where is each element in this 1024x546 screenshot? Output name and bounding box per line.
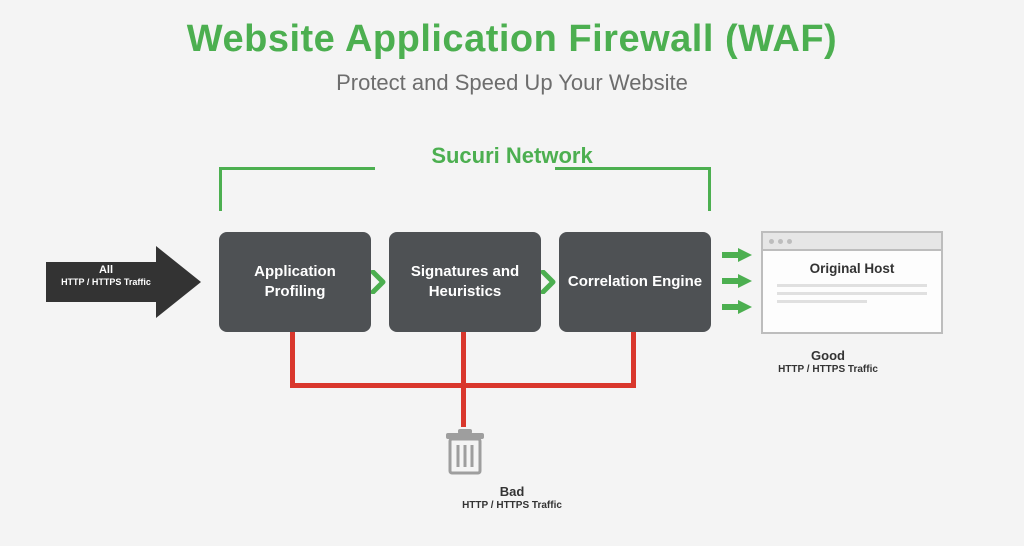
output-arrows-icon xyxy=(722,248,752,314)
process-box-label: Correlation Engine xyxy=(568,272,702,292)
bad-traffic-stem xyxy=(461,332,466,427)
chevron-right-icon xyxy=(371,270,389,299)
chevron-right-icon xyxy=(541,270,559,299)
good-line2: HTTP / HTTPS Traffic xyxy=(758,364,898,377)
good-traffic-label: Good HTTP / HTTPS Traffic xyxy=(758,348,898,377)
host-window-titlebar xyxy=(763,233,941,251)
page-subtitle: Protect and Speed Up Your Website xyxy=(0,70,1024,96)
incoming-traffic-arrow-icon: All HTTP / HTTPS Traffic xyxy=(46,246,202,318)
page-title: Website Application Firewall (WAF) xyxy=(0,18,1024,61)
bad-line2: HTTP / HTTPS Traffic xyxy=(0,500,1024,513)
process-box-correlation: Correlation Engine xyxy=(559,232,711,332)
process-box-profiling: Application Profiling xyxy=(219,232,371,332)
incoming-label-line2: HTTP / HTTPS Traffic xyxy=(46,277,166,287)
good-line1: Good xyxy=(758,348,898,364)
process-box-signatures: Signatures and Heuristics xyxy=(389,232,541,332)
host-title: Original Host xyxy=(777,261,927,276)
host-window: Original Host xyxy=(761,231,943,334)
network-label: Sucuri Network xyxy=(0,143,1024,169)
bad-traffic-label: Bad HTTP / HTTPS Traffic xyxy=(0,484,1024,513)
trash-icon xyxy=(446,429,484,475)
process-box-label: Signatures and Heuristics xyxy=(397,262,533,303)
incoming-label-line1: All xyxy=(46,264,166,277)
bad-line1: Bad xyxy=(0,484,1024,500)
process-box-label: Application Profiling xyxy=(227,262,363,303)
